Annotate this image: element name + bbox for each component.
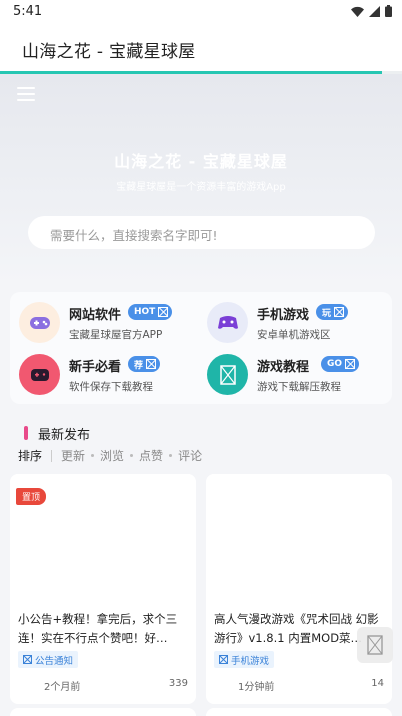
post-time: 2个月前: [44, 682, 81, 693]
signal-icon: [369, 5, 380, 17]
broken-image-icon: [146, 359, 157, 369]
broken-image-icon: [219, 655, 228, 664]
broken-image-icon: [23, 655, 32, 664]
status-icons: [351, 5, 392, 17]
category-grid: 网站软件 HOT 宝藏星球屋官方APP 手机游戏 玩 安卓单机游戏区 新手必看 …: [10, 292, 392, 404]
post-time: 1分钟前: [238, 682, 275, 693]
broken-image-icon: [367, 635, 383, 655]
hero-subtitle: 宝藏星球屋是一个资源丰富的游戏App: [116, 182, 286, 193]
section-accent-bar: [24, 426, 28, 440]
category-name: 网站软件: [69, 308, 122, 323]
sort-option-views[interactable]: 浏览: [100, 447, 124, 464]
divider: [51, 449, 53, 462]
post-view-count: 14: [371, 678, 384, 689]
wifi-icon: [351, 6, 364, 17]
category-mobile-games[interactable]: 手机游戏 玩 安卓单机游戏区: [207, 302, 387, 346]
sort-option-comments[interactable]: 评论: [178, 447, 202, 464]
sort-option-likes[interactable]: 点赞: [139, 447, 163, 464]
broken-image-icon: [334, 307, 345, 317]
search-placeholder: 需要什么，直接搜索名字即可!: [50, 228, 218, 243]
post-view-count: 339: [168, 678, 188, 689]
page-title: 山海之花 - 宝藏星球屋: [22, 42, 196, 62]
category-name: 手机游戏: [257, 308, 310, 323]
handheld-icon: [19, 354, 60, 395]
category-desc: 宝藏星球屋官方APP: [69, 329, 163, 341]
hero-banner: 山海之花 - 宝藏星球屋 宝藏星球屋是一个资源丰富的游戏App 需要什么，直接搜…: [0, 74, 402, 284]
post-card[interactable]: 置顶 小公告+教程！拿完后，求个三连！实在不行点个赞吧！好… 公告通知 2个月前…: [10, 474, 196, 704]
dot-separator: [169, 454, 173, 457]
broken-image-icon: [345, 359, 356, 369]
next-post-card[interactable]: [10, 708, 196, 716]
category-website-software[interactable]: 网站软件 HOT 宝藏星球屋官方APP: [19, 302, 199, 346]
broken-image-icon: [207, 354, 248, 395]
category-name: 新手必看: [69, 360, 122, 375]
category-desc: 安卓单机游戏区: [257, 329, 331, 341]
floating-action-button[interactable]: [357, 627, 393, 663]
category-name: 游戏教程: [257, 360, 310, 375]
pinned-badge: 置顶: [16, 488, 47, 505]
post-category-tag[interactable]: 公告通知: [18, 651, 79, 668]
sort-option-update[interactable]: 更新: [61, 447, 85, 464]
post-category-tag[interactable]: 手机游戏: [214, 651, 275, 668]
category-desc: 软件保存下载教程: [69, 381, 153, 393]
gamepad-icon: [19, 302, 60, 343]
post-thumbnail: [206, 474, 392, 604]
section-title: 最新发布: [38, 428, 91, 443]
hot-badge: HOT: [128, 304, 173, 320]
category-desc: 游戏下载解压教程: [257, 381, 341, 393]
dot-separator: [91, 454, 95, 457]
controller-icon: [207, 302, 248, 343]
recommend-badge: 荐: [128, 356, 161, 372]
sort-label: 排序: [18, 449, 43, 463]
app-bar: 山海之花 - 宝藏星球屋: [0, 24, 402, 72]
sort-bar: 排序 更新 浏览 点赞 评论: [18, 447, 202, 464]
battery-icon: [385, 5, 392, 17]
category-newbie-guide[interactable]: 新手必看 荐 软件保存下载教程: [19, 354, 199, 398]
go-badge: GO: [321, 356, 360, 372]
post-card[interactable]: 高人气漫改游戏《咒术回战 幻影游行》v1.8.1 内置MOD菜… 手机游戏 1分…: [206, 474, 392, 704]
menu-icon[interactable]: [17, 87, 35, 101]
broken-image-icon: [158, 307, 169, 317]
dot-separator: [130, 454, 134, 457]
next-post-card[interactable]: [206, 708, 392, 716]
status-bar: 5:41: [0, 0, 402, 24]
post-title: 小公告+教程！拿完后，求个三连！实在不行点个赞吧！好…: [18, 612, 178, 645]
hero-title: 山海之花 - 宝藏星球屋: [114, 152, 288, 171]
search-input[interactable]: 需要什么，直接搜索名字即可!: [28, 216, 375, 249]
status-time: 5:41: [13, 4, 43, 19]
play-badge: 玩: [316, 304, 349, 320]
category-game-tutorial[interactable]: 游戏教程 GO 游戏下载解压教程: [207, 354, 387, 398]
